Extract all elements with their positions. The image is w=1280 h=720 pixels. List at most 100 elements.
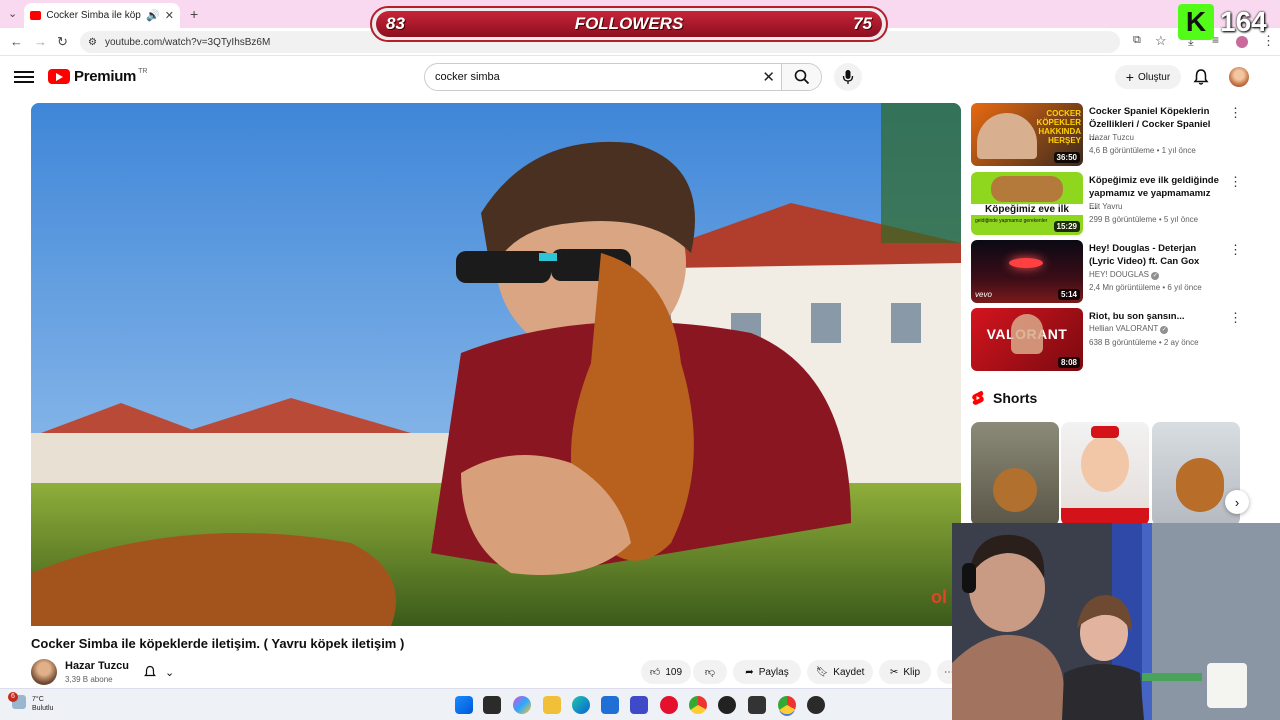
tab-list-chevron-icon[interactable]: ⌄ bbox=[8, 7, 17, 20]
hamburger-menu-icon[interactable] bbox=[14, 68, 34, 84]
recommendation-item[interactable]: Köpeğimiz eve ilk geldiğinde yapmamız ge… bbox=[971, 172, 1271, 236]
webcam-frame bbox=[952, 523, 1280, 720]
clip-button[interactable]: ✂ Klip bbox=[879, 660, 931, 684]
youtube-premium-logo[interactable]: Premium TR bbox=[48, 68, 147, 85]
notifications-bell-icon[interactable] bbox=[1192, 68, 1210, 86]
search-icon bbox=[794, 69, 809, 85]
like-count: 109 bbox=[665, 666, 683, 678]
task-view-icon[interactable] bbox=[483, 696, 501, 714]
clear-search-icon[interactable]: ✕ bbox=[762, 68, 775, 86]
chrome-icon[interactable] bbox=[689, 696, 707, 714]
duration-badge: 36:50 bbox=[1053, 152, 1080, 163]
share-button[interactable]: ➦ Paylaş bbox=[733, 660, 801, 684]
recommendation-meta: 638 B görüntüleme • 2 ay önce bbox=[1089, 338, 1199, 347]
recommendation-thumbnail[interactable]: vevo 5:14 bbox=[971, 240, 1083, 303]
recommendation-channel[interactable]: HEY! DOUGLAS ✓ bbox=[1089, 270, 1160, 280]
recommendation-title[interactable]: Hey! Douglas - Deterjan (Lyric Video) ft… bbox=[1089, 242, 1219, 268]
create-button[interactable]: + Oluştur bbox=[1115, 65, 1181, 89]
recommendation-thumbnail[interactable]: Köpeğimiz eve ilk geldiğinde yapmamız ge… bbox=[971, 172, 1083, 235]
temperature: 7°C bbox=[32, 696, 44, 703]
recommendation-channel[interactable]: Elit Yavru bbox=[1089, 202, 1123, 211]
tab-close-icon[interactable]: ✕ bbox=[165, 9, 174, 22]
thumbs-up-icon: 👍︎ bbox=[649, 667, 661, 678]
edge-icon[interactable] bbox=[572, 696, 590, 714]
store-icon[interactable] bbox=[601, 696, 619, 714]
short-item[interactable] bbox=[1152, 422, 1240, 526]
share-label: Paylaş bbox=[758, 666, 789, 678]
cast-icon[interactable]: ⧉ bbox=[1133, 34, 1141, 47]
site-info-icon[interactable]: ⚙ bbox=[88, 37, 97, 48]
more-options-icon[interactable]: ⋮ bbox=[1229, 242, 1242, 258]
chrome-active-icon[interactable] bbox=[778, 696, 796, 714]
thumbnail-subtext: geldiğinde yapmamız gerekenler bbox=[975, 218, 1048, 224]
reload-icon[interactable]: ↻ bbox=[57, 34, 68, 50]
short-thumbnail-puppy bbox=[1176, 458, 1224, 512]
recommendation-thumbnail[interactable]: COCKER KÖPEKLER HAKKINDA HERŞEY 36:50 bbox=[971, 103, 1083, 166]
copilot-icon[interactable] bbox=[513, 696, 531, 714]
short-thumbnail-dog bbox=[993, 468, 1037, 512]
weather-widget[interactable]: 6 7°C Bulutlu bbox=[8, 692, 53, 713]
recommendation-channel[interactable]: Hellian VALORANT ✓ bbox=[1089, 324, 1169, 334]
search-box[interactable]: cocker simba ✕ bbox=[424, 63, 822, 91]
more-options-icon[interactable]: ⋮ bbox=[1229, 174, 1242, 190]
save-label: Kaydet bbox=[833, 666, 865, 678]
video-title: Cocker Simba ile köpeklerde iletişim. ( … bbox=[31, 636, 405, 651]
save-button[interactable]: 🔖︎ Kaydet bbox=[807, 660, 873, 684]
video-player[interactable]: ol bbox=[31, 103, 961, 626]
more-options-icon[interactable]: ⋮ bbox=[1229, 310, 1242, 326]
new-tab-plus-icon[interactable]: + bbox=[190, 6, 198, 22]
bookmark-star-icon[interactable]: ☆ bbox=[1155, 33, 1167, 49]
video-frame: ol bbox=[31, 103, 961, 626]
recommendation-title[interactable]: Riot, bu son şansın... bbox=[1089, 310, 1219, 323]
windows-taskbar: 6 7°C Bulutlu bbox=[0, 688, 952, 720]
file-explorer-icon[interactable] bbox=[543, 696, 561, 714]
followers-left-count: 83 bbox=[386, 14, 405, 33]
shorts-heading: Shorts bbox=[993, 390, 1038, 406]
recommendation-thumbnail[interactable]: VALORANT 8:08 bbox=[971, 308, 1083, 371]
bookmark-icon: 🔖︎ bbox=[815, 666, 829, 678]
subscription-notification-button[interactable]: ⌄ bbox=[143, 660, 191, 684]
obs-icon[interactable] bbox=[718, 696, 736, 714]
voice-search-button[interactable] bbox=[834, 63, 862, 91]
browser-tab[interactable]: Cocker Simba ile köpeklerde 🔊 ✕ bbox=[24, 3, 180, 28]
like-button[interactable]: 👍︎ 109 bbox=[641, 660, 691, 684]
windows-start-icon[interactable] bbox=[455, 696, 473, 714]
speaker-icon[interactable]: 🔊 bbox=[146, 9, 160, 22]
back-arrow-icon[interactable]: ← bbox=[10, 34, 23, 49]
vevo-logo: vevo bbox=[975, 290, 992, 299]
streamer-webcam bbox=[952, 523, 1280, 720]
short-item[interactable] bbox=[971, 422, 1059, 526]
channel-avatar[interactable] bbox=[31, 659, 57, 685]
thumbnail-text: COCKER KÖPEKLER HAKKINDA HERŞEY bbox=[1036, 109, 1081, 145]
short-item[interactable] bbox=[1061, 422, 1149, 526]
forward-arrow-icon[interactable]: → bbox=[34, 34, 47, 49]
short-thumbnail-baby bbox=[1081, 436, 1129, 492]
scissors-icon: ✂ bbox=[889, 666, 899, 678]
short-thumbnail-bow bbox=[1091, 426, 1119, 438]
visual-studio-icon[interactable] bbox=[630, 696, 648, 714]
youtube-favicon-icon bbox=[30, 11, 42, 20]
recommendation-meta: 299 B görüntüleme • 5 yıl önce bbox=[1089, 215, 1199, 224]
channel-name[interactable]: Hazar Tuzcu bbox=[65, 660, 129, 672]
search-input[interactable]: cocker simba bbox=[435, 71, 500, 83]
search-button[interactable] bbox=[781, 64, 821, 90]
subscriber-count: 3,39 B abone bbox=[65, 675, 113, 684]
dislike-button[interactable]: 👎︎ bbox=[693, 660, 727, 684]
thumbs-down-icon: 👎︎ bbox=[704, 667, 716, 678]
recommendation-item[interactable]: COCKER KÖPEKLER HAKKINDA HERŞEY 36:50 Co… bbox=[971, 103, 1271, 167]
shorts-next-arrow-icon[interactable]: › bbox=[1225, 490, 1249, 514]
youtube-play-icon bbox=[48, 69, 70, 84]
more-options-icon[interactable]: ⋮ bbox=[1229, 105, 1242, 121]
opera-icon[interactable] bbox=[660, 696, 678, 714]
logo-text: Premium bbox=[74, 68, 137, 85]
media-player-icon[interactable] bbox=[807, 696, 825, 714]
channel-label: HEY! DOUGLAS bbox=[1089, 270, 1150, 279]
microphone-icon bbox=[842, 70, 854, 84]
recommendation-channel[interactable]: Hazar Tuzcu bbox=[1089, 133, 1134, 142]
epic-games-icon[interactable] bbox=[748, 696, 766, 714]
recommendation-item[interactable]: VALORANT 8:08 Riot, bu son şansın... Hel… bbox=[971, 308, 1271, 372]
country-code: TR bbox=[138, 68, 148, 75]
account-avatar[interactable] bbox=[1229, 67, 1249, 87]
chevron-down-icon: ⌄ bbox=[165, 666, 175, 679]
recommendation-item[interactable]: vevo 5:14 Hey! Douglas - Deterjan (Lyric… bbox=[971, 240, 1271, 304]
